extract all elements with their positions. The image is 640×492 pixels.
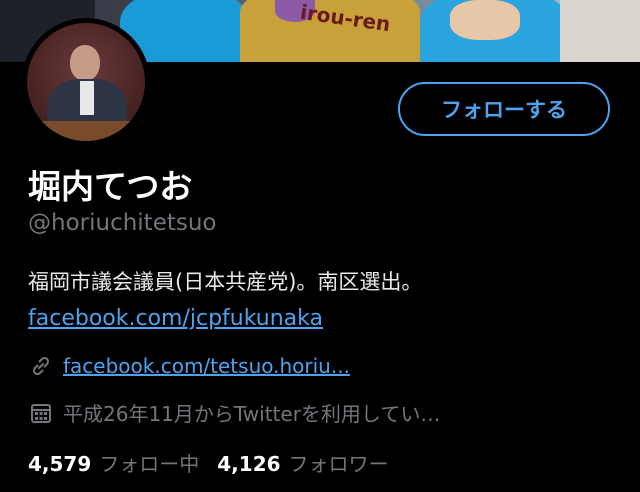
following-label: フォロー中	[99, 452, 200, 476]
banner-shape	[450, 0, 520, 40]
website-row: facebook.com/tetsuo.horiu...	[28, 353, 350, 379]
followers-count: 4,126	[217, 452, 281, 476]
avatar-photo	[27, 23, 145, 141]
bio-link[interactable]: facebook.com/jcpfukunaka	[28, 306, 323, 331]
joined-date: 平成26年11月からTwitterを利用してい…	[63, 402, 441, 426]
joined-row: 平成26年11月からTwitterを利用してい…	[28, 398, 440, 427]
banner-shape	[560, 0, 640, 62]
bio: 福岡市議会議員(日本共産党)。南区選出。	[28, 270, 423, 294]
avatar-shirt	[80, 81, 94, 115]
followers-stat[interactable]: 4,126 フォロワー	[217, 448, 388, 477]
avatar[interactable]	[22, 18, 150, 146]
avatar-podium	[27, 121, 145, 141]
display-name: 堀内てつお	[28, 167, 193, 206]
following-stat[interactable]: 4,579 フォロー中	[28, 448, 199, 477]
handle: @horiuchitetsuo	[28, 210, 217, 236]
follow-button[interactable]: フォローする	[398, 82, 610, 136]
calendar-icon	[28, 400, 54, 426]
followers-label: フォロワー	[288, 452, 389, 476]
link-icon	[28, 353, 54, 379]
profile-stats: 4,579 フォロー中 4,126 フォロワー	[28, 448, 407, 477]
website-link[interactable]: facebook.com/tetsuo.horiu...	[63, 354, 350, 378]
avatar-head	[70, 45, 100, 81]
following-count: 4,579	[28, 452, 92, 476]
